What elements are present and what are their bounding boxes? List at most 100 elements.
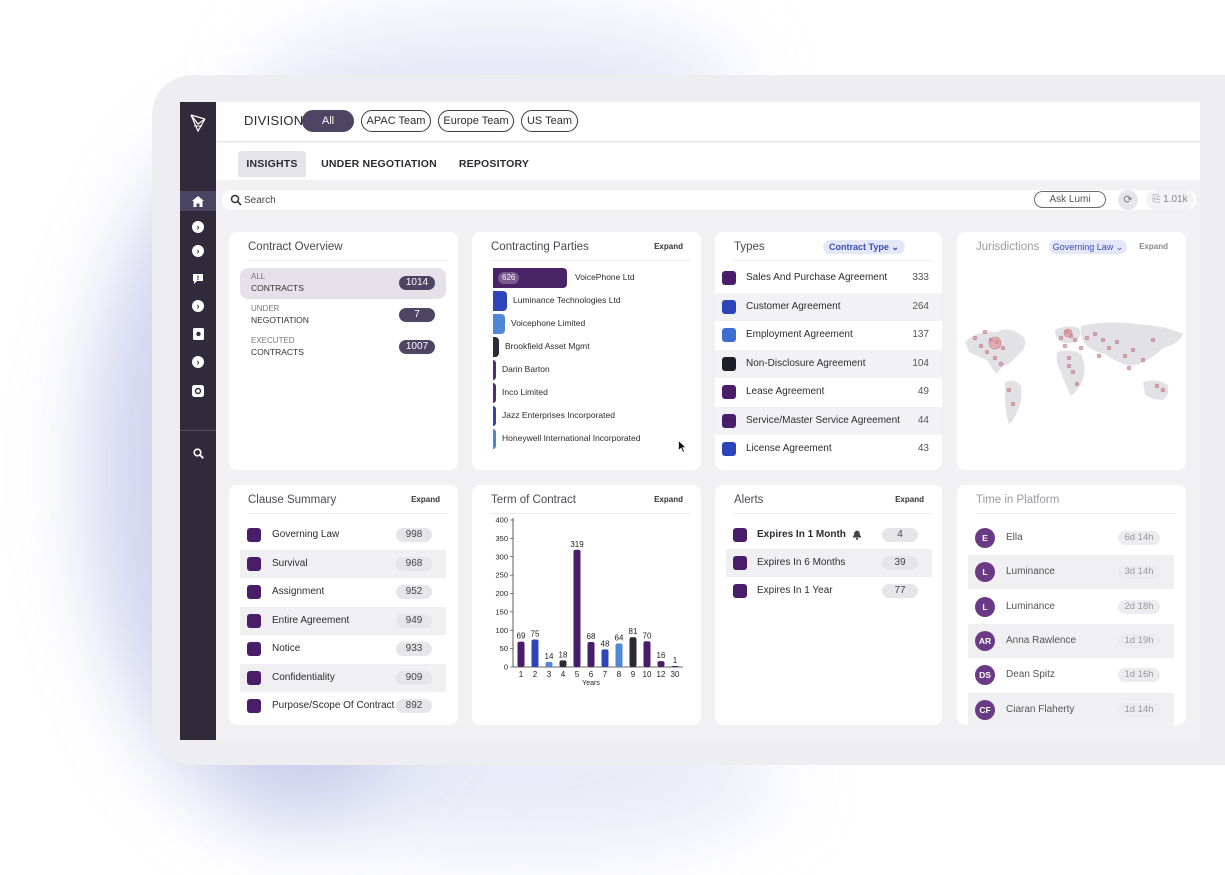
contract-type-filter[interactable]: Contract Type ⌄ [823,240,905,254]
jurisdiction-marker[interactable] [1062,343,1068,349]
sidebar-search[interactable] [180,443,216,463]
search-input[interactable] [244,192,944,208]
jurisdiction-marker[interactable] [1074,381,1080,387]
jurisdiction-marker[interactable] [982,329,988,335]
clause-row[interactable]: Purpose/Scope Of Contract 892 [240,692,446,720]
division-chip-europe[interactable]: Europe Team [438,110,514,132]
user-row[interactable]: DS Dean Spitz 1d 16h [968,658,1174,692]
jurisdiction-marker[interactable] [1160,387,1166,393]
jurisdiction-marker[interactable] [1066,363,1072,369]
jurisdiction-marker[interactable] [1072,337,1078,343]
user-row[interactable]: AR Anna Rawlence 1d 19h [968,623,1174,658]
jurisdiction-marker[interactable] [1096,353,1102,359]
term-bar[interactable] [601,649,609,667]
term-bar[interactable] [643,641,651,667]
type-row[interactable]: Lease Agreement 49 [715,378,942,406]
expand-button[interactable]: Expand [654,495,683,504]
type-row[interactable]: Sales And Purchase Agreement 333 [715,264,942,292]
jurisdiction-marker[interactable] [1122,353,1128,359]
jurisdiction-marker[interactable] [1130,347,1136,353]
tab-insights[interactable]: INSIGHTS [238,151,306,177]
jurisdiction-marker[interactable] [978,343,984,349]
user-row[interactable]: L Luminance 2d 18h [968,590,1174,624]
type-row[interactable]: License Agreement 43 [715,435,942,463]
term-bar[interactable] [517,641,525,667]
jurisdiction-marker[interactable] [1126,365,1132,371]
term-bar[interactable] [531,639,539,667]
card-divider [248,260,448,261]
term-bar[interactable] [657,661,665,667]
jurisdiction-marker[interactable] [1000,345,1006,351]
jurisdiction-marker[interactable] [1058,335,1064,341]
clause-row[interactable]: Assignment 952 [240,578,446,606]
type-row[interactable]: Non-Disclosure Agreement 104 [715,349,942,378]
overview-executed-contracts[interactable]: EXECUTED CONTRACTS 1007 [240,332,446,363]
division-chip-all[interactable]: All [302,110,354,132]
clause-row[interactable]: Survival 968 [240,549,446,578]
jurisdiction-marker-large[interactable] [988,336,1002,350]
jurisdiction-marker[interactable] [1150,337,1156,343]
jurisdiction-marker[interactable] [1078,345,1084,351]
clause-row[interactable]: Confidentiality 909 [240,663,446,692]
expand-button[interactable]: Expand [1139,242,1168,251]
governing-law-filter[interactable]: Governing Law ⌄ [1049,240,1127,254]
sidebar-alerts[interactable] [180,269,216,289]
clause-row[interactable]: Governing Law 998 [240,521,446,549]
tab-under-negotiation[interactable]: UNDER NEGOTIATION [320,151,438,177]
user-row[interactable]: L Luminance 3d 14h [968,555,1174,590]
refresh-button[interactable]: ⟳ [1118,190,1138,210]
term-bar[interactable] [573,549,581,667]
ask-lumi-button[interactable]: Ask Lumi [1034,191,1106,208]
division-chip-apac[interactable]: APAC Team [361,110,431,132]
jurisdiction-marker[interactable] [1140,357,1146,363]
jurisdiction-marker[interactable] [1006,387,1012,393]
jurisdiction-marker[interactable] [972,335,978,341]
sidebar-documents[interactable] [180,324,216,344]
clause-count: 952 [396,585,432,599]
jurisdiction-marker[interactable] [1114,339,1120,345]
type-row[interactable]: Customer Agreement 264 [715,292,942,321]
clause-row[interactable]: Notice 933 [240,635,446,663]
jurisdiction-marker[interactable] [1154,383,1160,389]
jurisdiction-marker[interactable] [1084,335,1090,341]
term-bar[interactable] [615,643,623,667]
term-bar[interactable] [671,666,679,667]
overview-under-negotiation[interactable]: UNDER NEGOTIATION 7 [240,300,446,331]
jurisdiction-marker[interactable] [992,355,998,361]
jurisdiction-marker[interactable] [998,361,1004,367]
sidebar-expand-3[interactable]: › [180,296,216,316]
term-bar[interactable] [587,642,595,667]
overview-all-contracts[interactable]: ALL CONTRACTS 1014 [240,268,446,299]
jurisdiction-marker[interactable] [1100,337,1106,343]
sidebar-home[interactable] [180,191,216,211]
user-row[interactable]: CF Ciaran Flaherty 1d 14h [968,692,1174,725]
tab-repository[interactable]: REPOSITORY [454,151,534,177]
user-row[interactable]: E Ella 6d 14h [968,521,1174,555]
sidebar-expand-4[interactable]: › [180,352,216,372]
sidebar-settings[interactable] [180,381,216,401]
jurisdiction-marker[interactable] [1066,355,1072,361]
clause-row[interactable]: Entire Agreement 949 [240,606,446,635]
jurisdiction-marker[interactable] [1070,369,1076,375]
jurisdiction-marker-large[interactable] [1063,328,1073,338]
alert-row[interactable]: Expires In 1 Month 4 [726,521,932,549]
alert-row[interactable]: Expires In 1 Year 77 [726,577,932,605]
jurisdiction-marker[interactable] [1092,331,1098,337]
jurisdiction-marker[interactable] [1106,345,1112,351]
jurisdiction-marker[interactable] [1010,401,1016,407]
type-count: 43 [917,443,929,454]
type-row[interactable]: Employment Agreement 137 [715,321,942,349]
division-chip-us[interactable]: US Team [521,110,578,132]
y-tick-label: 0 [504,663,508,672]
sidebar-expand-2[interactable]: › [180,241,216,261]
type-row[interactable]: Service/Master Service Agreement 44 [715,406,942,435]
term-bar[interactable] [559,660,567,667]
expand-button[interactable]: Expand [654,242,683,251]
expand-button[interactable]: Expand [895,495,924,504]
term-bar[interactable] [545,661,553,667]
sidebar-expand-1[interactable]: › [180,217,216,237]
jurisdiction-marker[interactable] [984,349,990,355]
alert-row[interactable]: Expires In 6 Months 39 [726,549,932,577]
term-bar[interactable] [629,637,637,667]
expand-button[interactable]: Expand [411,495,440,504]
